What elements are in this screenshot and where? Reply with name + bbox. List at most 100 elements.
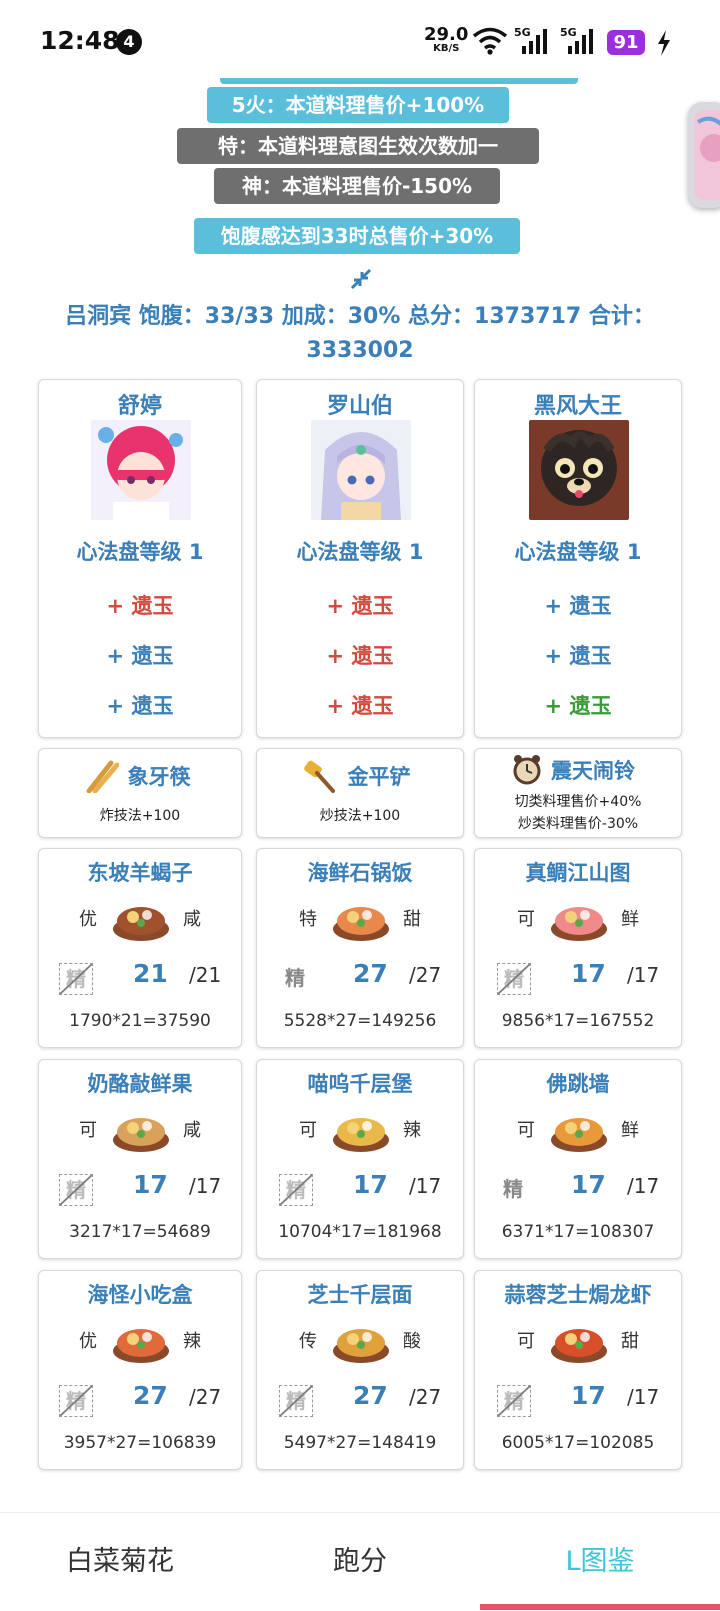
dish-card[interactable]: 喵呜千层堡 可 辣 精 17 /17 10704*17=181968 [256,1059,464,1259]
equip-card[interactable]: 象牙筷 炸技法+100 [38,748,242,838]
equip-name: 象牙筷 [127,765,191,789]
jade-slot-3[interactable]: + 遗玉 [475,690,681,720]
equip-effect-2: 炒类料理售价-30% [517,816,639,832]
dish-image-icon [113,907,169,941]
equip-name: 金平铲 [347,765,411,789]
dish-rarity: 可 [79,1120,97,1141]
svg-text:5G: 5G [514,26,531,39]
signal-5g-icon-2: 5G [560,26,593,54]
dish-flavor: 咸 [183,1120,201,1141]
top-strip [220,78,578,84]
dish-quantity-max: /17 [627,1174,660,1198]
refine-toggle[interactable]: 精 [497,963,531,995]
dish-score: 3957*27=106839 [63,1433,217,1453]
dish-score: 3217*17=54689 [69,1222,211,1242]
refine-toggle[interactable]: 精 [497,1385,531,1417]
equip-card[interactable]: 震天闹铃 切类料理售价+40% 炒类料理售价-30% [474,748,682,838]
tab-baicai-juhua[interactable]: 白菜菊花 [0,1513,240,1611]
dish-rarity: 可 [517,1331,535,1352]
dish-flavor: 咸 [183,909,201,930]
dish-card[interactable]: 海鲜石锅饭 特 甜 精 27 /27 5528*27=149256 [256,848,464,1048]
dish-quantity[interactable]: 17 [133,1170,168,1199]
jade-slot-2[interactable]: + 遗玉 [39,640,241,670]
refine-toggle[interactable]: 精 [59,963,93,995]
chef-avatar [91,420,191,520]
jade-slot-2[interactable]: + 遗玉 [475,640,681,670]
dish-score: 5497*27=148419 [283,1433,437,1453]
dish-flavor: 鲜 [621,909,639,930]
floating-thumbnail-icon [694,110,720,200]
tab-tujian[interactable]: L图鉴 [480,1513,720,1611]
score-summary-line1: 吕洞宾 饱腹：33/33 加成：30% 总分：1373717 合计： [65,304,655,329]
signal-5g-icon: 5G [514,26,547,54]
refine-toggle[interactable]: 精 [279,963,311,993]
chef-avatar [311,420,411,520]
dish-quantity[interactable]: 27 [133,1381,168,1410]
dish-image-icon [113,1329,169,1363]
dish-card[interactable]: 蒜蓉芝士焗龙虾 可 甜 精 17 /17 6005*17=102085 [474,1270,682,1470]
dish-quantity-max: /27 [409,963,442,987]
dish-rarity: 可 [517,909,535,930]
dish-quantity[interactable]: 27 [353,959,388,988]
dish-quantity[interactable]: 21 [133,959,168,988]
dish-quantity-max: /27 [409,1385,442,1409]
jade-slot-1[interactable]: + 遗玉 [39,590,241,620]
jade-slot-3[interactable]: + 遗玉 [257,690,463,720]
bonus-badge-satiety: 饱腹感达到33时总售价+30% [194,218,520,254]
charging-bolt-icon [658,30,670,56]
jade-slot-1[interactable]: + 遗玉 [475,590,681,620]
dish-flavor: 甜 [621,1331,639,1352]
dish-score: 5528*27=149256 [283,1011,437,1031]
dish-card[interactable]: 奶酪敲鲜果 可 咸 精 17 /17 3217*17=54689 [38,1059,242,1259]
dish-image-icon [551,1118,607,1152]
dish-quantity[interactable]: 17 [571,959,606,988]
tab-paofen[interactable]: 跑分 [240,1513,480,1611]
refine-toggle[interactable]: 精 [497,1174,529,1204]
dish-card[interactable]: 佛跳墙 可 鲜 精 17 /17 6371*17=108307 [474,1059,682,1259]
dish-quantity[interactable]: 17 [571,1170,606,1199]
dish-card[interactable]: 海怪小吃盒 优 辣 精 27 /27 3957*27=106839 [38,1270,242,1470]
dish-card[interactable]: 东坡羊蝎子 优 咸 精 21 /21 1790*21=37590 [38,848,242,1048]
jade-slot-1[interactable]: + 遗玉 [257,590,463,620]
equip-effect: 炒技法+100 [319,808,401,824]
refine-toggle[interactable]: 精 [279,1385,313,1417]
status-time: 12:48 [40,26,120,55]
dish-image-icon [551,1329,607,1363]
refine-toggle[interactable]: 精 [279,1174,313,1206]
chef-name: 黑风大王 [533,394,622,419]
collapse-icon[interactable] [350,268,372,290]
battery-level: 91 [607,30,645,55]
jade-slot-2[interactable]: + 遗玉 [257,640,463,670]
dish-score: 1790*21=37590 [69,1011,211,1031]
wifi-icon [472,27,508,55]
dish-quantity[interactable]: 17 [353,1170,388,1199]
jade-slot-3[interactable]: + 遗玉 [39,690,241,720]
dish-quantity-max: /17 [409,1174,442,1198]
dish-card[interactable]: 真鲷江山图 可 鲜 精 17 /17 9856*17=167552 [474,848,682,1048]
dish-image-icon [551,907,607,941]
dish-quantity-max: /21 [189,963,222,987]
chef-card[interactable]: 舒婷 心法盘等级 1 + 遗玉 + 遗玉 + 遗玉 [38,379,242,738]
score-summary: 吕洞宾 饱腹：33/33 加成：30% 总分：1373717 合计： 33330… [40,300,680,368]
dish-card[interactable]: 芝士千层面 传 酸 精 27 /27 5497*27=148419 [256,1270,464,1470]
dish-name: 海鲜石锅饭 [307,861,413,885]
dish-name: 奶酪敲鲜果 [87,1072,193,1096]
dish-flavor: 酸 [403,1331,421,1352]
dish-name: 芝士千层面 [307,1283,413,1307]
dish-rarity: 特 [299,909,317,930]
network-speed-unit: KB/S [433,43,460,54]
dish-flavor: 辣 [183,1331,201,1352]
equip-card[interactable]: 金平铲 炒技法+100 [256,748,464,838]
floating-chef-thumbnail[interactable] [688,102,720,208]
dish-rarity: 传 [299,1331,317,1352]
chef-card[interactable]: 黑风大王 心法盘等级 1 + 遗玉 + 遗玉 + 遗玉 [474,379,682,738]
dish-rarity: 优 [79,909,97,930]
refine-toggle[interactable]: 精 [59,1385,93,1417]
dish-rarity: 可 [517,1120,535,1141]
dish-quantity[interactable]: 17 [571,1381,606,1410]
network-speed-value: 29.0 [424,24,469,45]
chef-card[interactable]: 罗山伯 心法盘等级 1 + 遗玉 + 遗玉 + 遗玉 [256,379,464,738]
dish-image-icon [333,1118,389,1152]
dish-quantity[interactable]: 27 [353,1381,388,1410]
refine-toggle[interactable]: 精 [59,1174,93,1206]
